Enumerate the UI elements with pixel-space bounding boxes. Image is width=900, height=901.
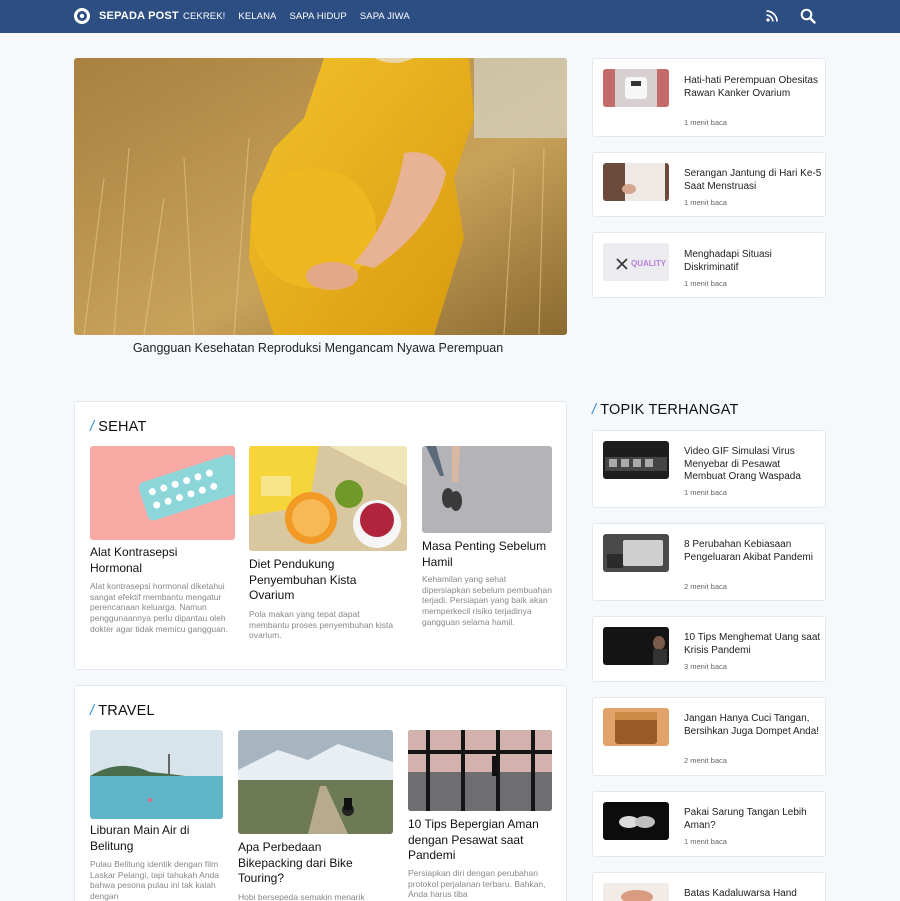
read-time: 3 menit baca	[684, 662, 727, 671]
article-excerpt: Persiapkan diri dengan perubahan protoko…	[408, 868, 546, 900]
topic-article-title[interactable]: Jangan Hanya Cuci Tangan, Bersihkan Juga…	[684, 713, 822, 738]
article-image-beach[interactable]	[90, 730, 223, 819]
thumbnail-text: QUALITY	[631, 259, 667, 268]
article-title[interactable]: Alat Kontrasepsi Hormonal	[90, 545, 230, 576]
topic-article-card[interactable]: Video GIF Simulasi Virus Menyebar di Pes…	[592, 430, 826, 508]
article-excerpt: Alat kontrasepsi hormonal diketahui sang…	[90, 581, 228, 634]
read-time: 1 menit baca	[684, 488, 727, 497]
side-article-title[interactable]: Hati-hati Perempuan Obesitas Rawan Kanke…	[684, 75, 822, 100]
article-title[interactable]: Apa Perbedaan Bikepacking dari Bike Tour…	[238, 840, 388, 887]
section-sehat: / SEHAT Alat Kontrasepsi Hormonal Alat ko…	[74, 401, 567, 670]
menu-item-sapa-jiwa[interactable]: SAPA JIWA	[360, 11, 410, 22]
top-navbar: SEPADA POST CEKREK! KELANA SAPA HIDUP SA…	[0, 0, 900, 33]
section-heading-sehat: / SEHAT	[90, 419, 147, 435]
section-travel: / TRAVEL Liburan Main Air di Belitung Pul…	[74, 685, 567, 901]
article-excerpt: Pulau Belitung identik dengan film Laska…	[90, 859, 220, 901]
article-image-airport[interactable]	[408, 730, 552, 811]
topic-article-title[interactable]: Pakai Sarung Tangan Lebih Aman?	[684, 807, 822, 832]
menu-item-cekrek[interactable]: CEKREK!	[183, 11, 225, 22]
article-title[interactable]: Liburan Main Air di Belitung	[90, 823, 223, 854]
article-image-feet[interactable]	[422, 446, 552, 533]
side-article-thumbnail[interactable]	[603, 69, 669, 107]
side-article-card[interactable]: Hati-hati Perempuan Obesitas Rawan Kanke…	[592, 58, 826, 137]
menu-item-kelana[interactable]: KELANA	[238, 11, 276, 22]
topic-article-title[interactable]: 10 Tips Menghemat Uang saat Krisis Pande…	[684, 632, 822, 657]
side-article-thumbnail[interactable]: QUALITY	[603, 243, 669, 281]
article-title[interactable]: Diet Pendukung Penyembuhan Kista Ovarium	[249, 557, 399, 604]
topic-article-title[interactable]: Batas Kadaluwarsa Hand	[684, 888, 822, 901]
article-image-bike[interactable]	[238, 730, 393, 834]
rss-icon[interactable]	[766, 10, 778, 22]
topic-article-thumbnail[interactable]	[603, 708, 669, 746]
side-article-title[interactable]: Serangan Jantung di Hari Ke-5 Saat Menst…	[684, 168, 822, 193]
side-article-card[interactable]: Serangan Jantung di Hari Ke-5 Saat Menst…	[592, 152, 826, 217]
site-logo-icon[interactable]	[74, 8, 90, 24]
hero-caption[interactable]: Gangguan Kesehatan Reproduksi Mengancam …	[74, 341, 562, 355]
article-image-fruit[interactable]	[249, 446, 407, 551]
topic-article-title[interactable]: Video GIF Simulasi Virus Menyebar di Pes…	[684, 446, 822, 484]
read-time: 2 menit baca	[684, 756, 727, 765]
article-excerpt: Pola makan yang tepat dapat membantu pro…	[249, 609, 394, 641]
topic-article-card[interactable]: Batas Kadaluwarsa Hand	[592, 872, 826, 901]
main-menu: CEKREK! KELANA SAPA HIDUP SAPA JIWA	[183, 11, 423, 22]
article-excerpt: Kehamilan yang sehat dipersiapkan sebelu…	[422, 574, 552, 627]
read-time: 1 menit baca	[684, 279, 727, 288]
topic-article-thumbnail[interactable]	[603, 627, 669, 665]
topic-article-card[interactable]: Pakai Sarung Tangan Lebih Aman? 1 menit …	[592, 791, 826, 857]
read-time: 1 menit baca	[684, 837, 727, 846]
article-title[interactable]: Masa Penting Sebelum Hamil	[422, 539, 552, 570]
menu-item-sapa-hidup[interactable]: SAPA HIDUP	[290, 11, 347, 22]
article-excerpt: Hobi bersepeda semakin menarik	[238, 892, 365, 901]
hero-image[interactable]	[74, 58, 567, 335]
topic-article-thumbnail[interactable]	[603, 534, 669, 572]
search-icon[interactable]	[800, 8, 816, 24]
section-heading-travel: / TRAVEL	[90, 703, 155, 719]
topic-article-thumbnail[interactable]	[603, 441, 669, 479]
side-article-title[interactable]: Menghadapi Situasi Diskriminatif	[684, 249, 822, 274]
topic-article-card[interactable]: Jangan Hanya Cuci Tangan, Bersihkan Juga…	[592, 697, 826, 776]
read-time: 2 menit baca	[684, 582, 727, 591]
article-title[interactable]: 10 Tips Bepergian Aman dengan Pesawat sa…	[408, 817, 552, 864]
read-time: 1 menit baca	[684, 118, 727, 127]
topic-article-thumbnail[interactable]	[603, 802, 669, 840]
read-time: 1 menit baca	[684, 198, 727, 207]
topic-article-card[interactable]: 8 Perubahan Kebiasaan Pengeluaran Akibat…	[592, 523, 826, 601]
topic-article-title[interactable]: 8 Perubahan Kebiasaan Pengeluaran Akibat…	[684, 539, 822, 564]
article-image-contraceptive[interactable]	[90, 446, 235, 540]
site-brand[interactable]: SEPADA POST	[99, 10, 179, 22]
topic-article-thumbnail[interactable]	[603, 883, 669, 901]
side-article-thumbnail[interactable]	[603, 163, 669, 201]
section-heading-topik: / TOPIK TERHANGAT	[592, 402, 739, 418]
side-article-card[interactable]: QUALITY Menghadapi Situasi Diskriminatif…	[592, 232, 826, 298]
topic-article-card[interactable]: 10 Tips Menghemat Uang saat Krisis Pande…	[592, 616, 826, 682]
